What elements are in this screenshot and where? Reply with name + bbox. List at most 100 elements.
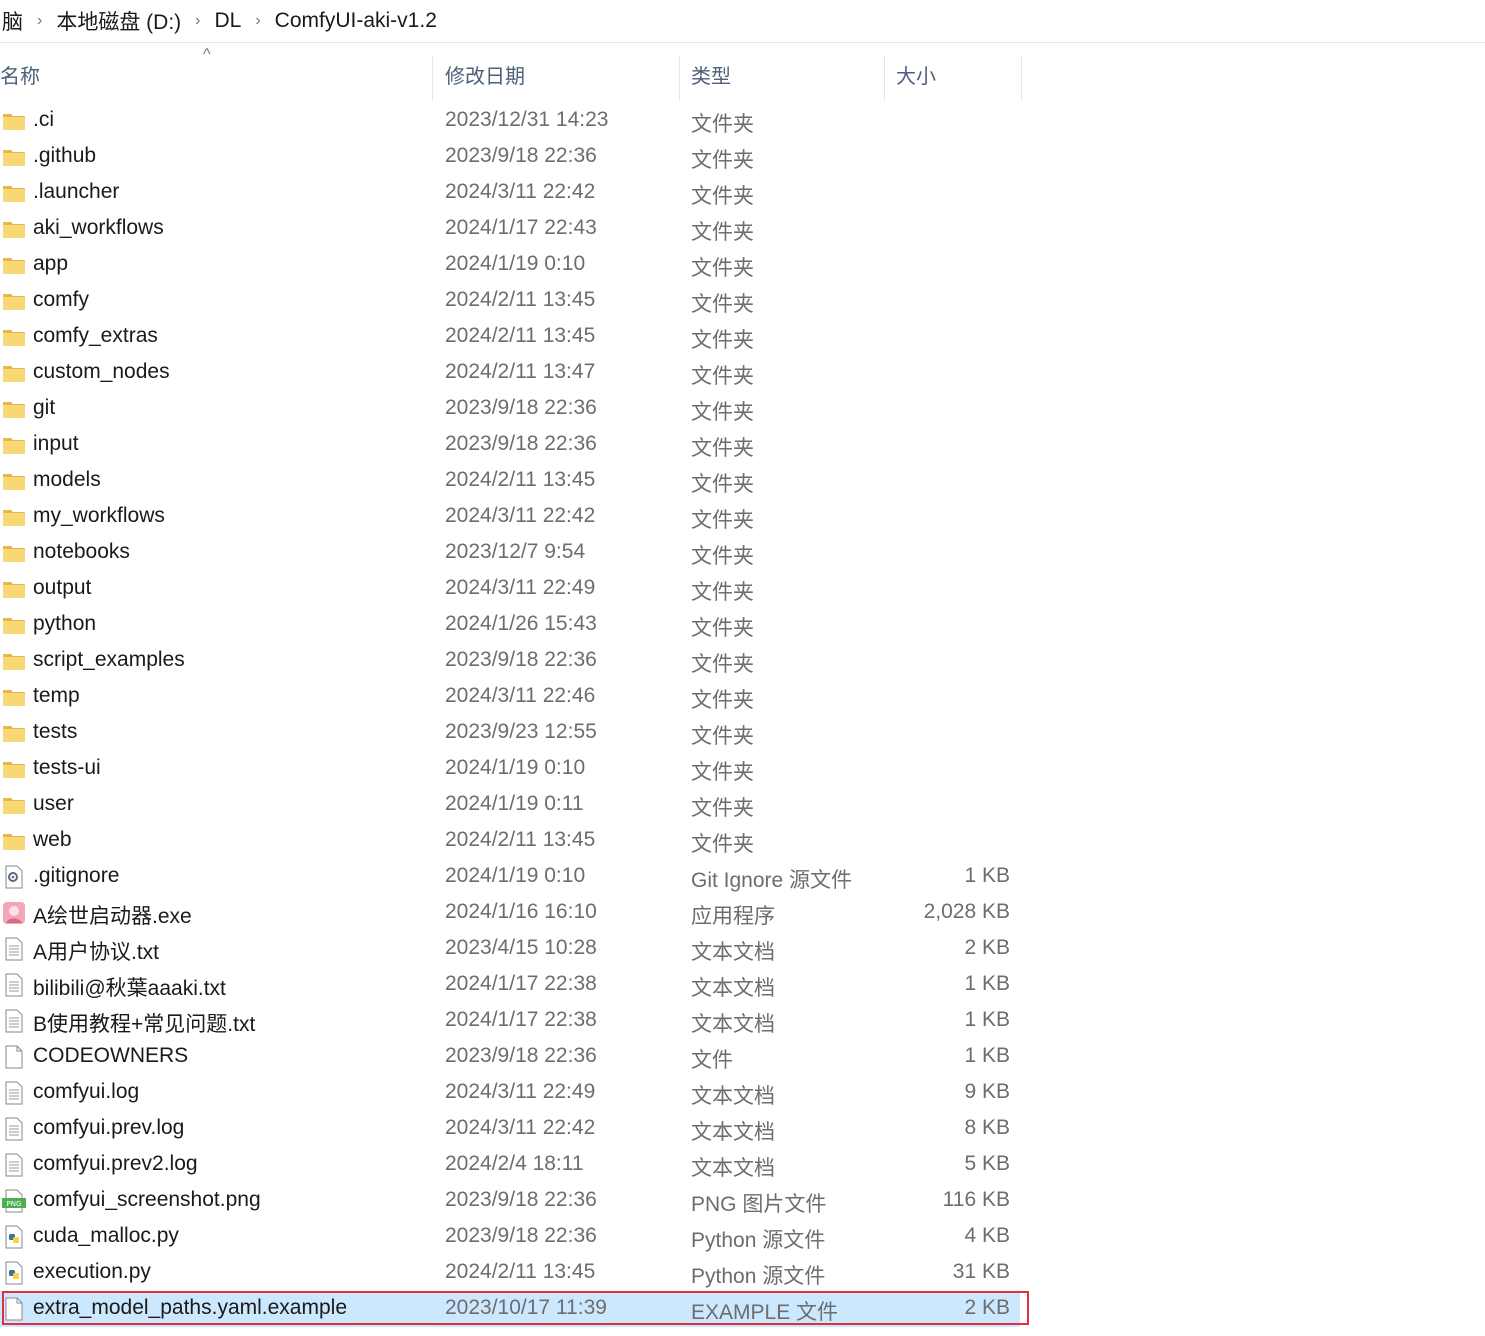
file-modified-date: 2024/2/11 13:47 (445, 360, 596, 383)
file-name: tests-ui (33, 756, 101, 779)
file-row[interactable]: tests 2023/9/23 12:55 文件夹 (0, 715, 1020, 751)
file-row-selected[interactable]: extra_model_paths.yaml.example 2023/10/17… (0, 1291, 1020, 1327)
file-type: 文件夹 (691, 293, 754, 316)
file-row[interactable]: user 2024/1/19 0:11 文件夹 (0, 787, 1020, 823)
file-modified-date: 2023/9/18 22:36 (445, 1224, 597, 1247)
file-row[interactable]: custom_nodes 2024/2/11 13:47 文件夹 (0, 355, 1020, 391)
file-row[interactable]: tests-ui 2024/1/19 0:10 文件夹 (0, 751, 1020, 787)
file-size: 4 KB (964, 1224, 1010, 1247)
file-size: 9 KB (964, 1080, 1010, 1103)
file-type: PNG 图片文件 (691, 1193, 827, 1216)
file-row[interactable]: .ci 2023/12/31 14:23 文件夹 (0, 103, 1020, 139)
chevron-right-icon[interactable]: › (189, 12, 206, 30)
column-divider[interactable] (884, 56, 885, 100)
file-type: 文件夹 (691, 329, 754, 352)
blank-file-icon (2, 1045, 26, 1069)
file-row[interactable]: .gitignore 2024/1/19 0:10 Git Ignore 源文件 1 … (0, 859, 1020, 895)
breadcrumb-item-truncated[interactable]: 脑 (0, 6, 31, 36)
column-header-name[interactable]: 名称 (0, 52, 430, 100)
column-header-type[interactable]: 类型 (691, 52, 881, 100)
file-row[interactable]: aki_workflows 2024/1/17 22:43 文件夹 (0, 211, 1020, 247)
file-name: comfy (33, 288, 90, 311)
file-name: comfy_extras (33, 324, 158, 347)
python-file-icon (2, 1261, 26, 1285)
column-divider[interactable] (1021, 56, 1022, 100)
file-row[interactable]: comfy_extras 2024/2/11 13:45 文件夹 (0, 319, 1020, 355)
file-row[interactable]: temp 2024/3/11 22:46 文件夹 (0, 679, 1020, 715)
file-row[interactable]: .launcher 2024/3/11 22:42 文件夹 (0, 175, 1020, 211)
file-modified-date: 2023/9/23 12:55 (445, 720, 597, 743)
folder-icon (2, 541, 26, 565)
column-header-size[interactable]: 大小 (896, 52, 1016, 100)
chevron-right-icon[interactable]: › (249, 12, 266, 30)
file-size: 2 KB (964, 1296, 1010, 1319)
text-file-icon (2, 973, 26, 997)
file-row[interactable]: my_workflows 2024/3/11 22:42 文件夹 (0, 499, 1020, 535)
folder-icon (2, 433, 26, 457)
folder-icon (2, 721, 26, 745)
file-modified-date: 2024/3/11 22:49 (445, 576, 596, 599)
file-type: 文本文档 (691, 977, 775, 1000)
file-row[interactable]: comfy 2024/2/11 13:45 文件夹 (0, 283, 1020, 319)
file-row[interactable]: models 2024/2/11 13:45 文件夹 (0, 463, 1020, 499)
file-row[interactable]: CODEOWNERS 2023/9/18 22:36 文件 1 KB (0, 1039, 1020, 1075)
file-type: Python 源文件 (691, 1229, 826, 1252)
folder-icon (2, 109, 26, 133)
file-type: 文件夹 (691, 581, 754, 604)
file-row[interactable]: A用户协议.txt 2023/4/15 10:28 文本文档 2 KB (0, 931, 1020, 967)
file-row[interactable]: input 2023/9/18 22:36 文件夹 (0, 427, 1020, 463)
file-row[interactable]: comfyui.prev.log 2024/3/11 22:42 文本文档 8 KB (0, 1111, 1020, 1147)
text-file-icon (2, 1081, 26, 1105)
file-row[interactable]: app 2024/1/19 0:10 文件夹 (0, 247, 1020, 283)
breadcrumb: 脑 › 本地磁盘 (D:) › DL › ComfyUI-aki-v1.2 (0, 0, 1485, 43)
breadcrumb-item-dl[interactable]: DL (206, 9, 249, 33)
file-row[interactable]: git 2023/9/18 22:36 文件夹 (0, 391, 1020, 427)
chevron-right-icon[interactable]: › (31, 12, 48, 30)
file-type: 文件夹 (691, 401, 754, 424)
file-row[interactable]: notebooks 2023/12/7 9:54 文件夹 (0, 535, 1020, 571)
file-modified-date: 2024/1/26 15:43 (445, 612, 597, 635)
file-row[interactable]: comfyui.log 2024/3/11 22:49 文本文档 9 KB (0, 1075, 1020, 1111)
file-modified-date: 2024/3/11 22:42 (445, 1116, 596, 1139)
column-header-date[interactable]: 修改日期 (445, 52, 675, 100)
breadcrumb-item-current[interactable]: ComfyUI-aki-v1.2 (267, 9, 445, 33)
file-type: 文件夹 (691, 149, 754, 172)
folder-icon (2, 145, 26, 169)
file-modified-date: 2024/2/11 13:45 (445, 468, 596, 491)
column-divider[interactable] (679, 56, 680, 100)
file-row[interactable]: comfyui.prev2.log 2024/2/4 18:11 文本文档 5 KB (0, 1147, 1020, 1183)
folder-icon (2, 577, 26, 601)
file-type: 文件夹 (691, 833, 754, 856)
file-size: 2 KB (964, 936, 1010, 959)
column-header-row: ^ 名称 修改日期 类型 大小 (0, 46, 1030, 100)
file-modified-date: 2023/10/17 11:39 (445, 1296, 607, 1319)
file-row[interactable]: .github 2023/9/18 22:36 文件夹 (0, 139, 1020, 175)
file-type: 文件夹 (691, 473, 754, 496)
file-row[interactable]: PNG comfyui_screenshot.png 2023/9/18 22:36… (0, 1183, 1020, 1219)
file-row[interactable]: python 2024/1/26 15:43 文件夹 (0, 607, 1020, 643)
file-row[interactable]: output 2024/3/11 22:49 文件夹 (0, 571, 1020, 607)
file-modified-date: 2023/12/31 14:23 (445, 108, 609, 131)
folder-icon (2, 325, 26, 349)
folder-icon (2, 829, 26, 853)
breadcrumb-item-drive[interactable]: 本地磁盘 (D:) (48, 6, 189, 36)
file-name: custom_nodes (33, 360, 170, 383)
file-row[interactable]: cuda_malloc.py 2023/9/18 22:36 Python 源文件 4… (0, 1219, 1020, 1255)
file-modified-date: 2024/3/11 22:49 (445, 1080, 596, 1103)
file-row[interactable]: execution.py 2024/2/11 13:45 Python 源文件 31 … (0, 1255, 1020, 1291)
file-row[interactable]: A绘世启动器.exe 2024/1/16 16:10 应用程序 2,028 KB (0, 895, 1020, 931)
file-type: 文件夹 (691, 617, 754, 640)
file-name: comfyui.prev2.log (33, 1152, 198, 1175)
file-row[interactable]: bilibili@秋葉aaaki.txt 2024/1/17 22:38 文本文档 1… (0, 967, 1020, 1003)
file-modified-date: 2023/12/7 9:54 (445, 540, 586, 563)
file-modified-date: 2024/3/11 22:42 (445, 180, 596, 203)
file-modified-date: 2024/1/19 0:10 (445, 252, 586, 275)
file-row[interactable]: B使用教程+常见问题.txt 2024/1/17 22:38 文本文档 1 KB (0, 1003, 1020, 1039)
file-modified-date: 2024/1/17 22:38 (445, 1008, 597, 1031)
file-row[interactable]: web 2024/2/11 13:45 文件夹 (0, 823, 1020, 859)
file-type: 文本文档 (691, 1157, 775, 1180)
column-divider[interactable] (432, 56, 433, 100)
file-name: A用户协议.txt (33, 941, 160, 964)
file-name: B使用教程+常见问题.txt (33, 1013, 256, 1036)
file-row[interactable]: script_examples 2023/9/18 22:36 文件夹 (0, 643, 1020, 679)
